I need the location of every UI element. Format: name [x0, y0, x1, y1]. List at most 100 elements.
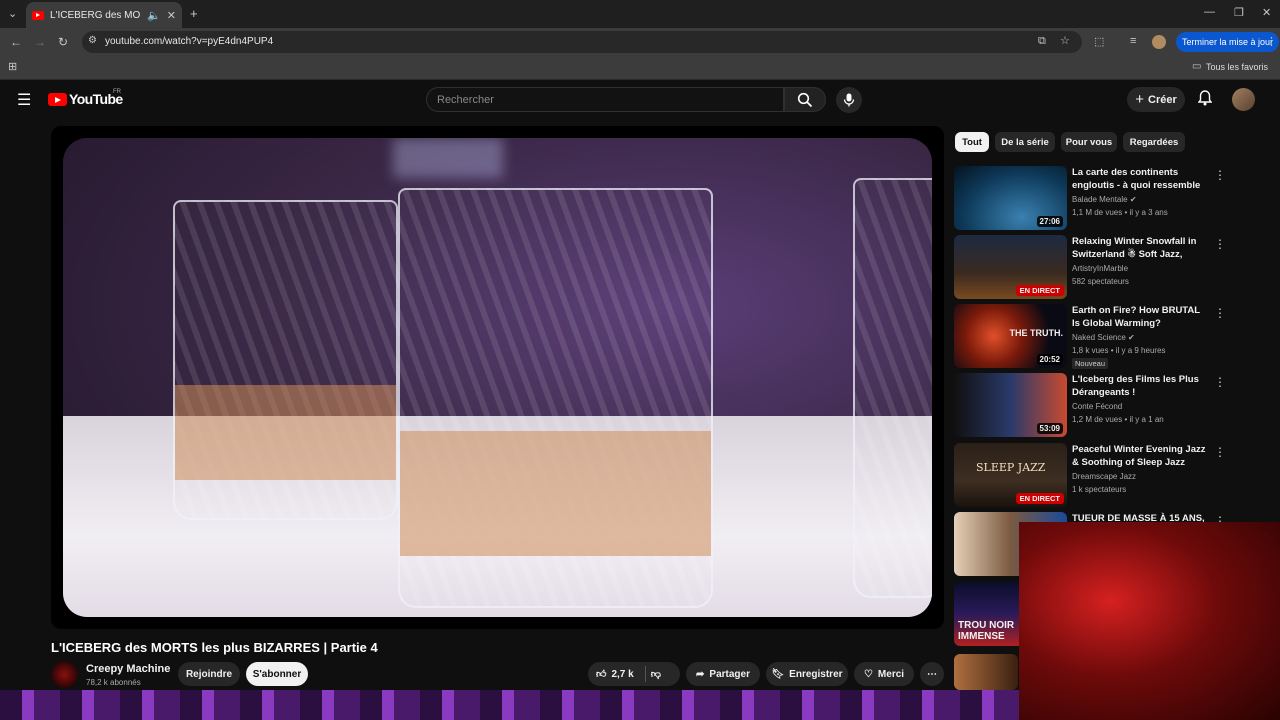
recommendation-meta: 1,8 k vues • il y a 9 heures — [1072, 346, 1166, 355]
like-dislike-group: 👍︎ 2,7 k 👎︎ — [588, 662, 680, 686]
save-button[interactable]: 🔖︎ Enregistrer — [766, 662, 848, 686]
new-tab-button[interactable]: + — [190, 6, 198, 21]
recommendation-channel[interactable]: Naked Science ✔ — [1072, 333, 1135, 342]
more-options-icon[interactable]: ⋮ — [1214, 375, 1226, 389]
recommendation-item[interactable]: SLEEP JAZZ EN DIRECT Peaceful Winter Eve… — [954, 443, 1274, 507]
video-frame — [63, 138, 932, 617]
search-button[interactable] — [784, 87, 826, 112]
live-badge: EN DIRECT — [1015, 285, 1064, 296]
youtube-favicon-icon — [32, 10, 44, 20]
youtube-logo-icon[interactable] — [48, 93, 67, 106]
video-scene-glass-left — [173, 200, 398, 520]
close-tab-icon[interactable]: ✕ — [167, 9, 176, 22]
minimize-icon[interactable]: — — [1204, 6, 1215, 18]
filter-chip-series[interactable]: De la série — [995, 132, 1055, 152]
recommendation-meta: 582 spectateurs — [1072, 277, 1129, 286]
profile-icon[interactable] — [1152, 35, 1166, 49]
tab-search-icon[interactable]: ⌄ — [8, 7, 17, 20]
more-actions-button[interactable]: ⋯ — [920, 662, 944, 686]
hamburger-menu-icon[interactable]: ☰ — [17, 90, 31, 110]
close-window-icon[interactable]: ✕ — [1262, 6, 1271, 19]
verified-icon: ✔ — [1128, 333, 1135, 342]
more-options-icon[interactable]: ⋮ — [1214, 168, 1226, 182]
notifications-bell-icon[interactable] — [1197, 90, 1213, 111]
recommendation-item[interactable]: THE TRUTH. 20:52 Earth on Fire? How BRUT… — [954, 304, 1274, 369]
video-thumbnail[interactable] — [954, 654, 1018, 690]
recommendation-channel[interactable]: Dreamscape Jazz — [1072, 472, 1136, 481]
thumbnail-caption: SLEEP JAZZ — [976, 461, 1046, 474]
verified-icon: ✔ — [1129, 195, 1137, 204]
more-options-icon[interactable]: ⋮ — [1214, 445, 1226, 459]
browser-menu-icon[interactable]: ⋮ — [1266, 35, 1277, 48]
more-options-icon[interactable]: ⋮ — [1214, 306, 1226, 320]
recommendation-title[interactable]: Earth on Fire? How BRUTAL Is Global Warm… — [1072, 304, 1210, 330]
video-scene-glass-center — [398, 188, 713, 608]
video-thumbnail[interactable]: EN DIRECT — [954, 235, 1067, 299]
url-text: youtube.com/watch?v=pyE4dn4PUP4 — [105, 36, 274, 47]
search-input[interactable] — [427, 88, 783, 111]
recommendation-title[interactable]: La carte des continents engloutis - à qu… — [1072, 166, 1210, 192]
recommendation-item[interactable]: 27:06 La carte des continents engloutis … — [954, 166, 1274, 230]
like-button[interactable]: 👍︎ 2,7 k — [596, 668, 634, 681]
join-label: Rejoindre — [185, 668, 233, 680]
browser-tab[interactable]: L'ICEBERG des MORTS les p 🔈 ✕ — [26, 2, 182, 28]
recommendation-title[interactable]: Relaxing Winter Snowfall in Switzerland … — [1072, 235, 1210, 261]
maximize-icon[interactable]: ❐ — [1234, 6, 1244, 19]
video-scene-light — [393, 138, 503, 178]
recommendation-meta: 1 k spectateurs — [1072, 485, 1127, 494]
back-icon[interactable]: ← — [10, 35, 22, 49]
new-badge: Nouveau — [1072, 358, 1109, 369]
all-bookmarks-link[interactable]: Tous les favoris — [1206, 62, 1268, 72]
update-button[interactable]: Terminer la mise à jour — [1176, 32, 1280, 52]
webcam-overlay — [1019, 522, 1280, 720]
recommendation-item[interactable]: 53:09 L'Iceberg des Films les Plus Déran… — [954, 373, 1274, 437]
thumbnail-caption: THE TRUTH. — [1009, 328, 1064, 338]
search-box[interactable] — [426, 87, 784, 112]
video-thumbnail[interactable]: 27:06 — [954, 166, 1067, 230]
save-label: Enregistrer — [789, 668, 843, 680]
share-button[interactable]: ➦ Partager — [686, 662, 760, 686]
recommendation-channel[interactable]: Conte Fécond — [1072, 402, 1122, 411]
apps-grid-icon[interactable]: ⊞ — [8, 60, 17, 73]
reload-icon[interactable]: ↻ — [58, 35, 68, 49]
user-avatar[interactable] — [1232, 88, 1255, 111]
microphone-icon — [843, 93, 855, 107]
filter-chip-watched[interactable]: Regardées — [1123, 132, 1185, 152]
subscribe-label: S'abonner — [252, 668, 302, 680]
recommendation-channel[interactable]: ArtistryInMarble — [1072, 264, 1128, 273]
channel-name[interactable]: Creepy Machine — [86, 663, 170, 675]
channel-avatar[interactable] — [51, 661, 78, 688]
more-options-icon[interactable]: ⋮ — [1214, 237, 1226, 251]
media-control-icon[interactable]: ≡ — [1130, 35, 1136, 47]
share-label: Partager — [709, 668, 750, 680]
site-info-icon[interactable]: ⚙ — [88, 35, 97, 46]
more-icon: ⋯ — [927, 668, 937, 680]
recommendation-title[interactable]: L'Iceberg des Films les Plus Dérangeants… — [1072, 373, 1210, 399]
subscribe-button[interactable]: S'abonner — [246, 662, 308, 686]
install-app-icon[interactable]: ⧉ — [1038, 35, 1046, 48]
folder-icon: ▭ — [1192, 61, 1202, 72]
video-player[interactable] — [51, 126, 944, 629]
recommendation-meta: 1,2 M de vues • il y a 1 an — [1072, 415, 1164, 424]
filter-chip-all[interactable]: Tout — [955, 132, 989, 152]
recommendation-channel[interactable]: Balade Mentale ✔ — [1072, 195, 1137, 204]
like-divider — [644, 666, 646, 682]
recommendation-title[interactable]: Peaceful Winter Evening Jazz & Soothing … — [1072, 443, 1210, 469]
video-thumbnail[interactable]: 53:09 — [954, 373, 1067, 437]
extensions-icon[interactable]: ⬚ — [1094, 35, 1104, 48]
speaker-icon: 🔈 — [147, 9, 161, 22]
dislike-button[interactable]: 👎︎ — [651, 668, 661, 680]
bookmark-star-icon[interactable]: ☆ — [1060, 34, 1070, 47]
video-thumbnail[interactable]: THE TRUTH. 20:52 — [954, 304, 1067, 368]
video-scene-glass-right — [853, 178, 932, 598]
stream-overlay-banner — [0, 690, 1019, 720]
thanks-button[interactable]: ♡ Merci — [854, 662, 914, 686]
voice-search-button[interactable] — [836, 87, 862, 113]
filter-chip-for-you[interactable]: Pour vous — [1061, 132, 1117, 152]
share-arrow-icon: ➦ — [696, 668, 705, 680]
create-button[interactable]: + Créer — [1127, 87, 1185, 112]
forward-icon[interactable]: → — [34, 35, 46, 49]
recommendation-item[interactable]: EN DIRECT Relaxing Winter Snowfall in Sw… — [954, 235, 1274, 299]
video-thumbnail[interactable]: SLEEP JAZZ EN DIRECT — [954, 443, 1067, 507]
join-button[interactable]: Rejoindre — [178, 662, 240, 686]
